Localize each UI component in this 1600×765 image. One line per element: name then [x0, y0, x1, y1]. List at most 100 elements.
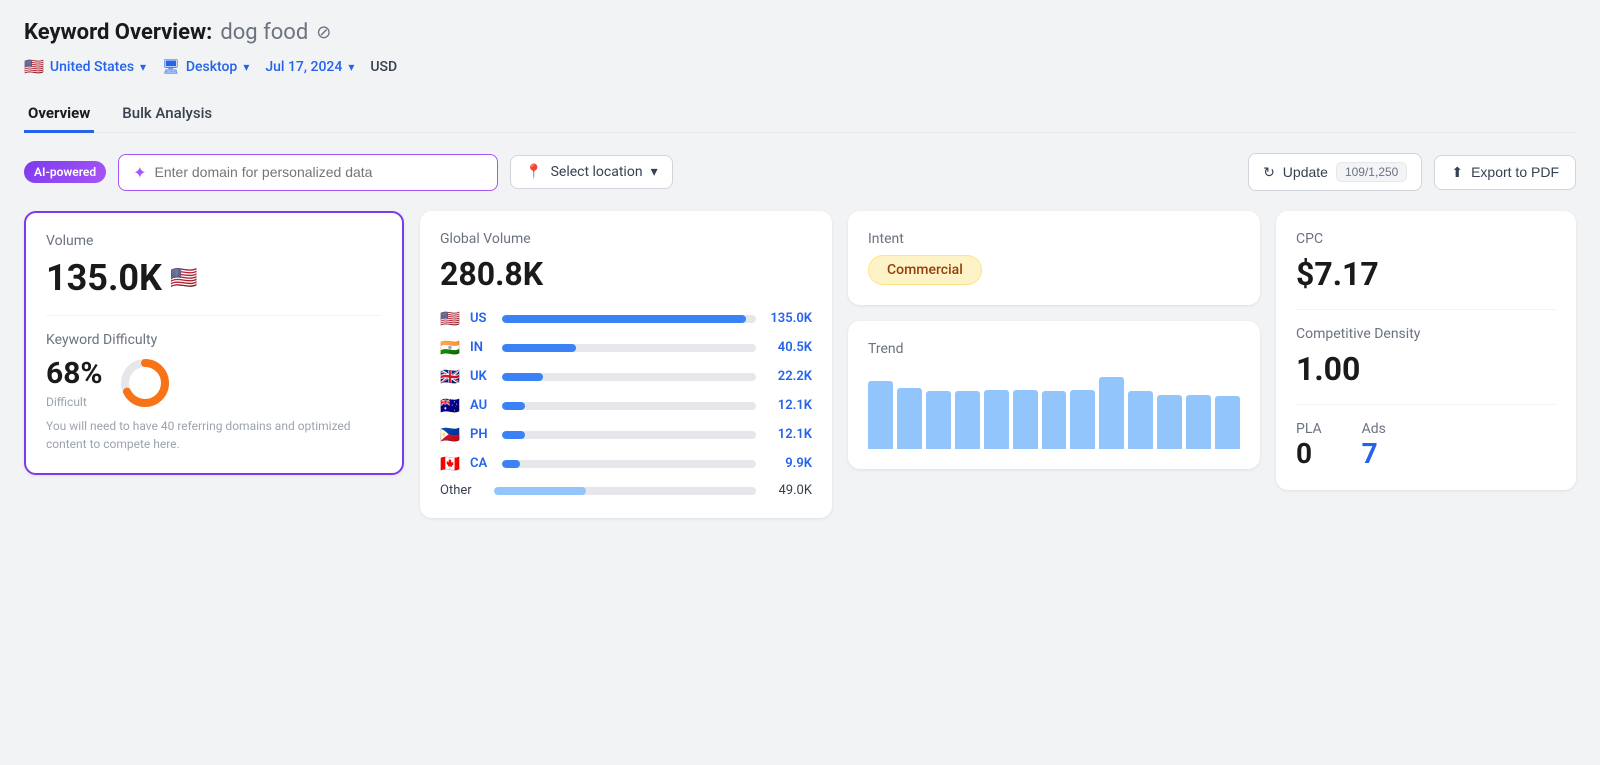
update-count-badge: 109/1,250	[1336, 162, 1407, 182]
country-code-ph: PH	[470, 427, 494, 442]
tabs: Overview Bulk Analysis	[24, 96, 1576, 133]
page-title-prefix: Keyword Overview:	[24, 20, 212, 45]
country-code-uk: UK	[470, 369, 494, 384]
domain-input[interactable]	[155, 164, 484, 180]
date-filter[interactable]: Jul 17, 2024 ▾	[265, 59, 354, 75]
country-row-us: 🇺🇸 US 135.0K	[440, 309, 812, 328]
volume-section: Volume 135.0K 🇺🇸	[46, 233, 382, 316]
global-volume-card: Global Volume 280.8K 🇺🇸 US 135.0K 🇮🇳 IN …	[420, 211, 832, 518]
volume-label: Volume	[46, 233, 382, 249]
sparkle-icon: ✦	[133, 163, 146, 182]
country-code-in: IN	[470, 340, 494, 355]
date-chevron-icon: ▾	[348, 60, 354, 74]
tab-overview[interactable]: Overview	[24, 96, 94, 133]
us-flag-icon: 🇺🇸	[440, 309, 462, 328]
country-row-uk: 🇬🇧 UK 22.2K	[440, 367, 812, 386]
in-value: 40.5K	[764, 340, 812, 355]
cpc-section: CPC $7.17	[1296, 231, 1556, 310]
ads-item: Ads 7	[1362, 421, 1386, 470]
competitive-density-section: Competitive Density 1.00	[1296, 326, 1556, 405]
cards-grid: Volume 135.0K 🇺🇸 Keyword Difficulty 68% …	[24, 211, 1576, 518]
country-code-au: AU	[470, 398, 494, 413]
location-chevron-icon: ▾	[140, 60, 146, 74]
ai-powered-badge: AI-powered	[24, 161, 106, 183]
metrics-card: CPC $7.17 Competitive Density 1.00 PLA 0…	[1276, 211, 1576, 490]
country-row-in: 🇮🇳 IN 40.5K	[440, 338, 812, 357]
uk-value: 22.2K	[764, 369, 812, 384]
location-pin-icon: 📍	[525, 164, 542, 180]
kd-value-row: 68% Difficult	[46, 356, 382, 409]
kd-donut-chart	[119, 357, 171, 409]
country-row-au: 🇦🇺 AU 12.1K	[440, 396, 812, 415]
country-row-other: Other 49.0K	[440, 483, 812, 498]
other-bar-track	[494, 487, 756, 495]
in-bar-track	[502, 344, 756, 352]
global-volume-value: 280.8K	[440, 255, 812, 293]
ca-bar-track	[502, 460, 756, 468]
pla-label: PLA	[1296, 421, 1322, 437]
ph-flag-icon: 🇵🇭	[440, 425, 462, 444]
export-button[interactable]: ⬆ Export to PDF	[1434, 155, 1576, 190]
verified-icon: ⊘	[316, 22, 331, 43]
us-flag-icon: 🇺🇸	[24, 57, 44, 76]
in-flag-icon: 🇮🇳	[440, 338, 462, 357]
currency-label: USD	[370, 59, 397, 75]
country-code-us: US	[470, 311, 494, 326]
location-select-label: Select location	[551, 164, 643, 180]
trend-bars	[868, 369, 1240, 449]
us-bar-track	[502, 315, 756, 323]
ads-label: Ads	[1362, 421, 1386, 437]
page-title-query: dog food	[220, 20, 308, 45]
donut-svg	[119, 357, 171, 409]
filter-bar: 🇺🇸 United States ▾ 🖥 Desktop ▾ Jul 17, 2…	[24, 57, 1576, 76]
update-button[interactable]: ↻ Update 109/1,250	[1248, 153, 1422, 191]
intent-label: Intent	[868, 231, 1240, 247]
location-select-dropdown[interactable]: 📍 Select location ▾	[510, 155, 672, 189]
uk-flag-icon: 🇬🇧	[440, 367, 462, 386]
ph-value: 12.1K	[764, 427, 812, 442]
au-flag-icon: 🇦🇺	[440, 396, 462, 415]
pla-item: PLA 0	[1296, 421, 1322, 470]
other-label: Other	[440, 483, 486, 498]
toolbar: AI-powered ✦ 📍 Select location ▾ ↻ Updat…	[24, 153, 1576, 191]
cpc-value: $7.17	[1296, 255, 1556, 293]
date-label: Jul 17, 2024	[265, 59, 342, 75]
location-select-chevron-icon: ▾	[651, 164, 658, 180]
location-filter[interactable]: 🇺🇸 United States ▾	[24, 57, 146, 76]
country-rows: 🇺🇸 US 135.0K 🇮🇳 IN 40.5K 🇬🇧 UK 22.2K 🇦🇺 …	[440, 309, 812, 498]
us-value: 135.0K	[764, 311, 812, 326]
kd-percent: 68%	[46, 356, 103, 391]
country-row-ph: 🇵🇭 PH 12.1K	[440, 425, 812, 444]
uk-bar-track	[502, 373, 756, 381]
trend-label: Trend	[868, 341, 1240, 357]
country-row-ca: 🇨🇦 CA 9.9K	[440, 454, 812, 473]
intent-card: Intent Commercial	[848, 211, 1260, 305]
other-value: 49.0K	[764, 483, 812, 498]
au-value: 12.1K	[764, 398, 812, 413]
kd-label: Keyword Difficulty	[46, 332, 382, 348]
kd-section: Keyword Difficulty 68% Difficult You wil…	[46, 332, 382, 453]
kd-description: You will need to have 40 referring domai…	[46, 417, 382, 453]
update-label: Update	[1283, 164, 1328, 180]
volume-kd-card: Volume 135.0K 🇺🇸 Keyword Difficulty 68% …	[24, 211, 404, 475]
export-icon: ⬆	[1451, 164, 1463, 181]
export-label: Export to PDF	[1471, 164, 1559, 180]
page-header: Keyword Overview: dog food ⊘	[24, 20, 1576, 45]
tab-bulk-analysis[interactable]: Bulk Analysis	[118, 96, 216, 133]
trend-card: Trend	[848, 321, 1260, 469]
kd-difficulty-label: Difficult	[46, 395, 103, 409]
au-bar-track	[502, 402, 756, 410]
competitive-density-value: 1.00	[1296, 350, 1556, 388]
volume-flag-icon: 🇺🇸	[170, 266, 197, 291]
pla-ads-row: PLA 0 Ads 7	[1296, 421, 1556, 470]
device-chevron-icon: ▾	[243, 60, 249, 74]
location-label: United States	[50, 59, 134, 75]
volume-value: 135.0K 🇺🇸	[46, 257, 382, 299]
domain-input-wrapper[interactable]: ✦	[118, 154, 498, 191]
ads-value: 7	[1362, 437, 1386, 470]
device-filter[interactable]: 🖥 Desktop ▾	[162, 59, 249, 75]
device-label: Desktop	[186, 59, 237, 75]
pla-ads-section: PLA 0 Ads 7	[1296, 421, 1556, 470]
ca-value: 9.9K	[764, 456, 812, 471]
monitor-icon: 🖥	[162, 59, 180, 75]
